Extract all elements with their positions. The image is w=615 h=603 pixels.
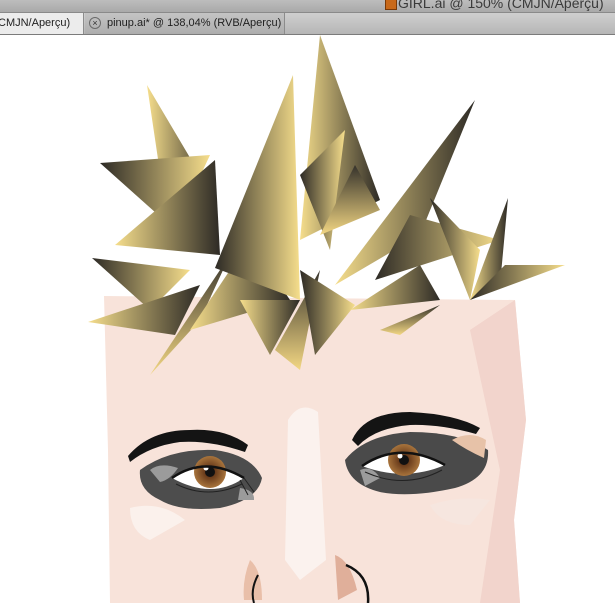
tab-pinup-document[interactable]: × pinup.ai* @ 138,04% (RVB/Aperçu) — [85, 13, 285, 34]
tab-girl-document[interactable]: CMJN/Aperçu) — [0, 13, 84, 34]
illustrator-doc-icon — [385, 0, 397, 10]
tab-label: CMJN/Aperçu) — [0, 17, 71, 29]
artboard-canvas[interactable] — [0, 35, 615, 603]
tab-label: pinup.ai* @ 138,04% (RVB/Aperçu) — [107, 17, 282, 29]
eye-illustration — [345, 412, 489, 495]
window-title: GIRL.ai @ 150% (CMJN/Aperçu) — [398, 0, 604, 11]
close-icon[interactable]: × — [89, 17, 101, 29]
artwork-illustration — [88, 35, 565, 603]
document-tab-bar: CMJN/Aperçu) × pinup.ai* @ 138,04% (RVB/… — [0, 13, 615, 35]
window-titlebar: GIRL.ai @ 150% (CMJN/Aperçu) — [0, 0, 615, 13]
